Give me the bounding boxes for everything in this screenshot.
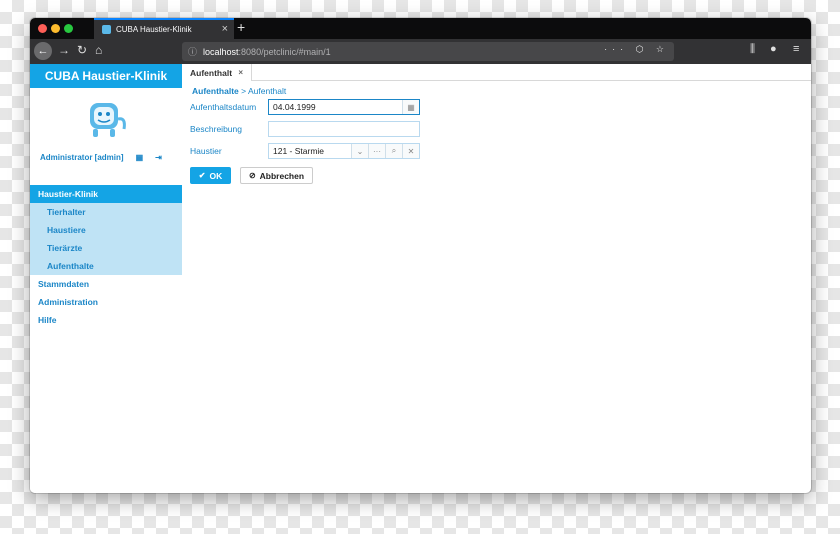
submenu-haustier-klinik: Tierhalter Haustiere Tierärzte Aufenthal… <box>30 203 182 275</box>
app-root: CUBA Haustier-Klinik Administrator [admi… <box>30 64 811 493</box>
ok-button-label: OK <box>209 170 223 181</box>
breadcrumb-parent-link[interactable]: Aufenthalte <box>192 86 239 96</box>
browser-tab[interactable]: CUBA Haustier-Klinik × <box>94 18 234 39</box>
form-row-description: Beschreibung <box>190 121 420 137</box>
new-tab-button[interactable]: + <box>237 19 245 35</box>
description-field[interactable] <box>268 121 420 137</box>
breadcrumb: Aufenthalte > Aufenthalt <box>192 86 286 96</box>
menu-item-tieraerzte[interactable]: Tierärzte <box>30 239 182 257</box>
pet-label: Haustier <box>190 146 222 156</box>
form-actions: ✔ OK ⊘ Abbrechen <box>190 167 313 184</box>
hamburger-menu-icon[interactable]: ≡ <box>793 43 799 55</box>
pet-picker-value: 121 - Starmie <box>273 146 325 156</box>
page-actions-icon[interactable]: ··· ⬡ ☆ <box>604 44 669 55</box>
browser-navbar: ← → ↻ ⌂ ⓘ localhost:8080/petclinic/#main… <box>30 39 811 64</box>
browser-window: CUBA Haustier-Klinik × + ← → ↻ ⌂ ⓘ local… <box>30 18 811 493</box>
maximize-window-button[interactable] <box>64 24 73 33</box>
logout-icon[interactable]: ⇥ <box>155 153 162 162</box>
sidebar: CUBA Haustier-Klinik Administrator [admi… <box>30 64 182 493</box>
home-button[interactable]: ⌂ <box>95 43 102 57</box>
url-host: localhost <box>203 46 239 57</box>
url-path: :8080/petclinic/#main/1 <box>238 46 331 57</box>
cancel-button[interactable]: ⊘ Abbrechen <box>240 167 313 184</box>
cancel-icon: ⊘ <box>248 171 256 180</box>
check-icon: ✔ <box>198 171 206 180</box>
url-bar[interactable]: ⓘ localhost:8080/petclinic/#main/1 ··· ⬡… <box>182 42 674 61</box>
form-row-date: Aufenthaltsdatum 04.04.1999 ▦ <box>190 99 420 115</box>
form-row-pet: Haustier 121 - Starmie ⌄ ··· ⌕ ✕ <box>190 143 420 159</box>
menu-item-haustier-klinik[interactable]: Haustier-Klinik <box>30 185 182 203</box>
breadcrumb-current: > Aufenthalt <box>241 86 287 96</box>
cat-logo-icon <box>90 103 126 137</box>
main-workspace: Aufenthalt × Aufenthalte > Aufenthalt Au… <box>182 64 811 493</box>
account-icon[interactable]: ● <box>770 43 777 55</box>
app-logo <box>30 94 182 146</box>
library-icon[interactable]: ⫼ <box>750 43 755 56</box>
menu-item-stammdaten[interactable]: Stammdaten <box>30 275 182 293</box>
date-label: Aufenthaltsdatum <box>190 102 257 112</box>
menu-item-hilfe[interactable]: Hilfe <box>30 311 182 329</box>
search-icon[interactable]: ⌕ <box>385 144 402 158</box>
favicon-icon <box>102 25 111 34</box>
clear-icon[interactable]: ✕ <box>402 144 419 158</box>
menu-item-aufenthalte[interactable]: Aufenthalte <box>30 257 182 275</box>
main-menu: Haustier-Klinik Tierhalter Haustiere Tie… <box>30 185 182 329</box>
close-window-button[interactable] <box>38 24 47 33</box>
chevron-down-icon[interactable]: ⌄ <box>351 144 368 158</box>
tab-aufenthalt-label: Aufenthalt <box>190 67 233 78</box>
browser-tab-title: CUBA Haustier-Klinik <box>116 25 192 34</box>
app-grid-icon[interactable]: ▦ <box>136 153 144 162</box>
menu-item-haustiere[interactable]: Haustiere <box>30 221 182 239</box>
reload-button[interactable]: ↻ <box>77 43 87 57</box>
minimize-window-button[interactable] <box>51 24 60 33</box>
more-options-icon[interactable]: ··· <box>368 144 385 158</box>
menu-item-administration[interactable]: Administration <box>30 293 182 311</box>
description-label: Beschreibung <box>190 124 242 134</box>
date-field-value: 04.04.1999 <box>273 102 316 112</box>
pet-picker[interactable]: 121 - Starmie ⌄ ··· ⌕ ✕ <box>268 143 420 159</box>
user-row: Administrator [admin] ▦ ⇥ <box>30 146 182 168</box>
date-field[interactable]: 04.04.1999 ▦ <box>268 99 420 115</box>
forward-button[interactable]: → <box>58 43 70 57</box>
tab-aufenthalt[interactable]: Aufenthalt × <box>182 64 252 81</box>
close-tab-icon[interactable]: × <box>238 68 243 77</box>
app-title: CUBA Haustier-Klinik <box>30 64 182 88</box>
calendar-icon[interactable]: ▦ <box>402 100 419 114</box>
back-button[interactable]: ← <box>34 42 52 60</box>
site-info-icon[interactable]: ⓘ <box>188 45 197 58</box>
ok-button[interactable]: ✔ OK <box>190 167 231 184</box>
browser-tabstrip: CUBA Haustier-Klinik × + <box>30 18 811 39</box>
user-name: Administrator [admin] <box>40 152 124 162</box>
close-tab-icon[interactable]: × <box>222 23 228 35</box>
workspace-tabs: Aufenthalt × <box>182 64 811 81</box>
menu-item-tierhalter[interactable]: Tierhalter <box>30 203 182 221</box>
cancel-button-label: Abbrechen <box>259 170 305 181</box>
